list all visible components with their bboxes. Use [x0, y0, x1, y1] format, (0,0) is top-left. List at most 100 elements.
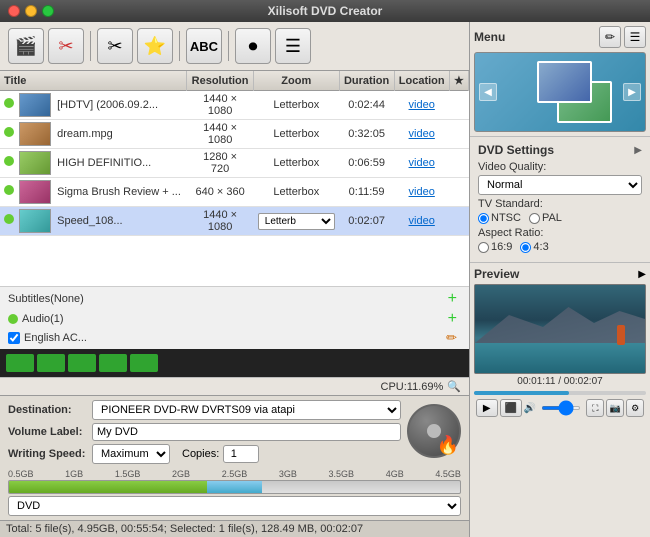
ratio-16-9-option[interactable]: 16:9 [478, 241, 512, 253]
zoom-cell: Letterbox [253, 91, 339, 120]
location-cell[interactable]: video [394, 149, 449, 178]
remove-button[interactable]: ✂ [48, 28, 84, 64]
settings-header: DVD Settings ▶ [478, 143, 642, 157]
preview-expand-icon[interactable]: ▶ [638, 269, 646, 280]
file-title-cell: HIGH DEFINITIO... [0, 149, 187, 178]
speed-select[interactable]: Maximum 2x 4x [92, 444, 170, 464]
volume-slider[interactable] [541, 406, 581, 410]
close-button[interactable] [8, 5, 20, 17]
menu-section: Menu ✏ ☰ ◀ ▶ [470, 22, 650, 137]
wave-segment [37, 354, 65, 372]
zoom-cell: Letterbox [253, 120, 339, 149]
volume-row: Volume Label: [8, 423, 401, 441]
location-cell[interactable]: video [394, 91, 449, 120]
video-quality-select[interactable]: Normal High Low [478, 175, 642, 195]
screenshot-button[interactable]: 📷 [606, 399, 624, 417]
video-link[interactable]: video [409, 215, 435, 227]
audio-track-checkbox[interactable] [8, 332, 20, 344]
col-duration[interactable]: Duration [339, 71, 394, 91]
resolution-cell: 1440 ×1080 [187, 91, 254, 120]
table-row[interactable]: HIGH DEFINITIO... 1280 ×720 Letterbox 0:… [0, 149, 469, 178]
video-link[interactable]: video [409, 157, 435, 169]
settings-title: DVD Settings [478, 143, 554, 157]
destination-row: Destination: PIONEER DVD-RW DVRTS09 via … [8, 400, 401, 420]
preview-progress-bar[interactable] [474, 391, 646, 395]
audio-status-icon [8, 314, 18, 324]
menu-prev-button[interactable]: ◀ [479, 83, 497, 101]
wave-segment [6, 354, 34, 372]
play-button[interactable]: ▶ [476, 399, 498, 417]
cut-button[interactable]: ✂ [97, 28, 133, 64]
table-header-row: Title Resolution Zoom Duration Location … [0, 71, 469, 91]
ntsc-radio[interactable] [478, 213, 489, 224]
maximize-button[interactable] [42, 5, 54, 17]
file-title-cell: Speed_108... [0, 207, 187, 236]
stop-button[interactable]: ⬛ [500, 399, 522, 417]
edit-audio-button[interactable]: ✏ [446, 330, 457, 346]
file-table-container: Title Resolution Zoom Duration Location … [0, 71, 469, 286]
file-thumbnail [19, 209, 51, 233]
duration-cell: 0:06:59 [339, 149, 394, 178]
destination-select[interactable]: PIONEER DVD-RW DVRTS09 via atapi [92, 400, 401, 420]
record-button[interactable]: ⏺ [235, 28, 271, 64]
menu-button[interactable]: ☰ [275, 28, 311, 64]
col-star[interactable]: ★ [449, 71, 468, 91]
minimize-button[interactable] [25, 5, 37, 17]
video-link[interactable]: video [409, 186, 435, 198]
ratio-16-9-radio[interactable] [478, 242, 489, 253]
left-panel: 🎬 ✂ ✂ ⭐ ABC ⏺ ☰ Title Resolution Zoom Du… [0, 22, 470, 537]
col-title[interactable]: Title [0, 71, 187, 91]
disc-burn-icon: 🔥 [407, 404, 461, 458]
table-row[interactable]: [HDTV] (2006.09.2... 1440 ×1080 Letterbo… [0, 91, 469, 120]
zoom-select[interactable]: Letterb Pan&Scan Full Screen [258, 213, 335, 230]
table-row[interactable]: Speed_108... 1440 ×1080 Letterb Pan&Scan… [0, 207, 469, 236]
fullscreen-button[interactable]: ⛶ [586, 399, 604, 417]
status-text: Total: 5 file(s), 4.95GB, 00:55:54; Sele… [6, 523, 363, 535]
ratio-4-3-label: 4:3 [533, 241, 548, 253]
text-button[interactable]: ABC [186, 28, 222, 64]
volume-input[interactable] [92, 423, 401, 441]
file-title-cell: [HDTV] (2006.09.2... [0, 91, 187, 120]
settings-extra-button[interactable]: ⚙ [626, 399, 644, 417]
location-cell[interactable]: video [394, 178, 449, 207]
add-video-button[interactable]: 🎬 [8, 28, 44, 64]
settings-expand-icon[interactable]: ▶ [634, 145, 642, 156]
table-row[interactable]: Sigma Brush Review + ... 640 × 360 Lette… [0, 178, 469, 207]
volume-icon: 🔊 [524, 403, 536, 414]
ratio-4-3-option[interactable]: 4:3 [520, 241, 548, 253]
file-table: Title Resolution Zoom Duration Location … [0, 71, 469, 236]
star-cell [449, 91, 468, 120]
cpu-settings-icon[interactable]: 🔍 [447, 380, 461, 393]
format-select[interactable]: DVD Blu-ray [8, 496, 461, 516]
favorite-button[interactable]: ⭐ [137, 28, 173, 64]
selected-space-fill [207, 481, 261, 493]
copies-input[interactable] [223, 445, 259, 463]
resolution-cell: 1440 ×1080 [187, 120, 254, 149]
waveform-bar [0, 349, 469, 377]
menu-edit-button[interactable]: ✏ [599, 26, 621, 48]
zoom-cell[interactable]: Letterb Pan&Scan Full Screen [253, 207, 339, 236]
duration-cell: 0:02:44 [339, 91, 394, 120]
aspect-ratio-row: Aspect Ratio: 16:9 4:3 [478, 227, 642, 253]
location-cell[interactable]: video [394, 207, 449, 236]
add-subtitle-button[interactable]: + [448, 290, 457, 308]
pal-option[interactable]: PAL [529, 212, 562, 224]
toolbar-separator-1 [90, 31, 91, 61]
video-link[interactable]: video [409, 128, 435, 140]
ntsc-option[interactable]: NTSC [478, 212, 521, 224]
pal-radio[interactable] [529, 213, 540, 224]
col-zoom[interactable]: Zoom [253, 71, 339, 91]
menu-list-button[interactable]: ☰ [624, 26, 646, 48]
aspect-ratio-label: Aspect Ratio: [478, 227, 642, 239]
location-cell[interactable]: video [394, 120, 449, 149]
menu-next-button[interactable]: ▶ [623, 83, 641, 101]
flame-icon: 🔥 [437, 435, 459, 456]
video-link[interactable]: video [409, 99, 435, 111]
col-location[interactable]: Location [394, 71, 449, 91]
pal-label: PAL [542, 212, 562, 224]
table-row[interactable]: dream.mpg 1440 ×1080 Letterbox 0:32:05 v… [0, 120, 469, 149]
app-title: Xilisoft DVD Creator [268, 4, 383, 18]
col-resolution[interactable]: Resolution [187, 71, 254, 91]
add-audio-button[interactable]: + [448, 310, 457, 328]
ratio-4-3-radio[interactable] [520, 242, 531, 253]
